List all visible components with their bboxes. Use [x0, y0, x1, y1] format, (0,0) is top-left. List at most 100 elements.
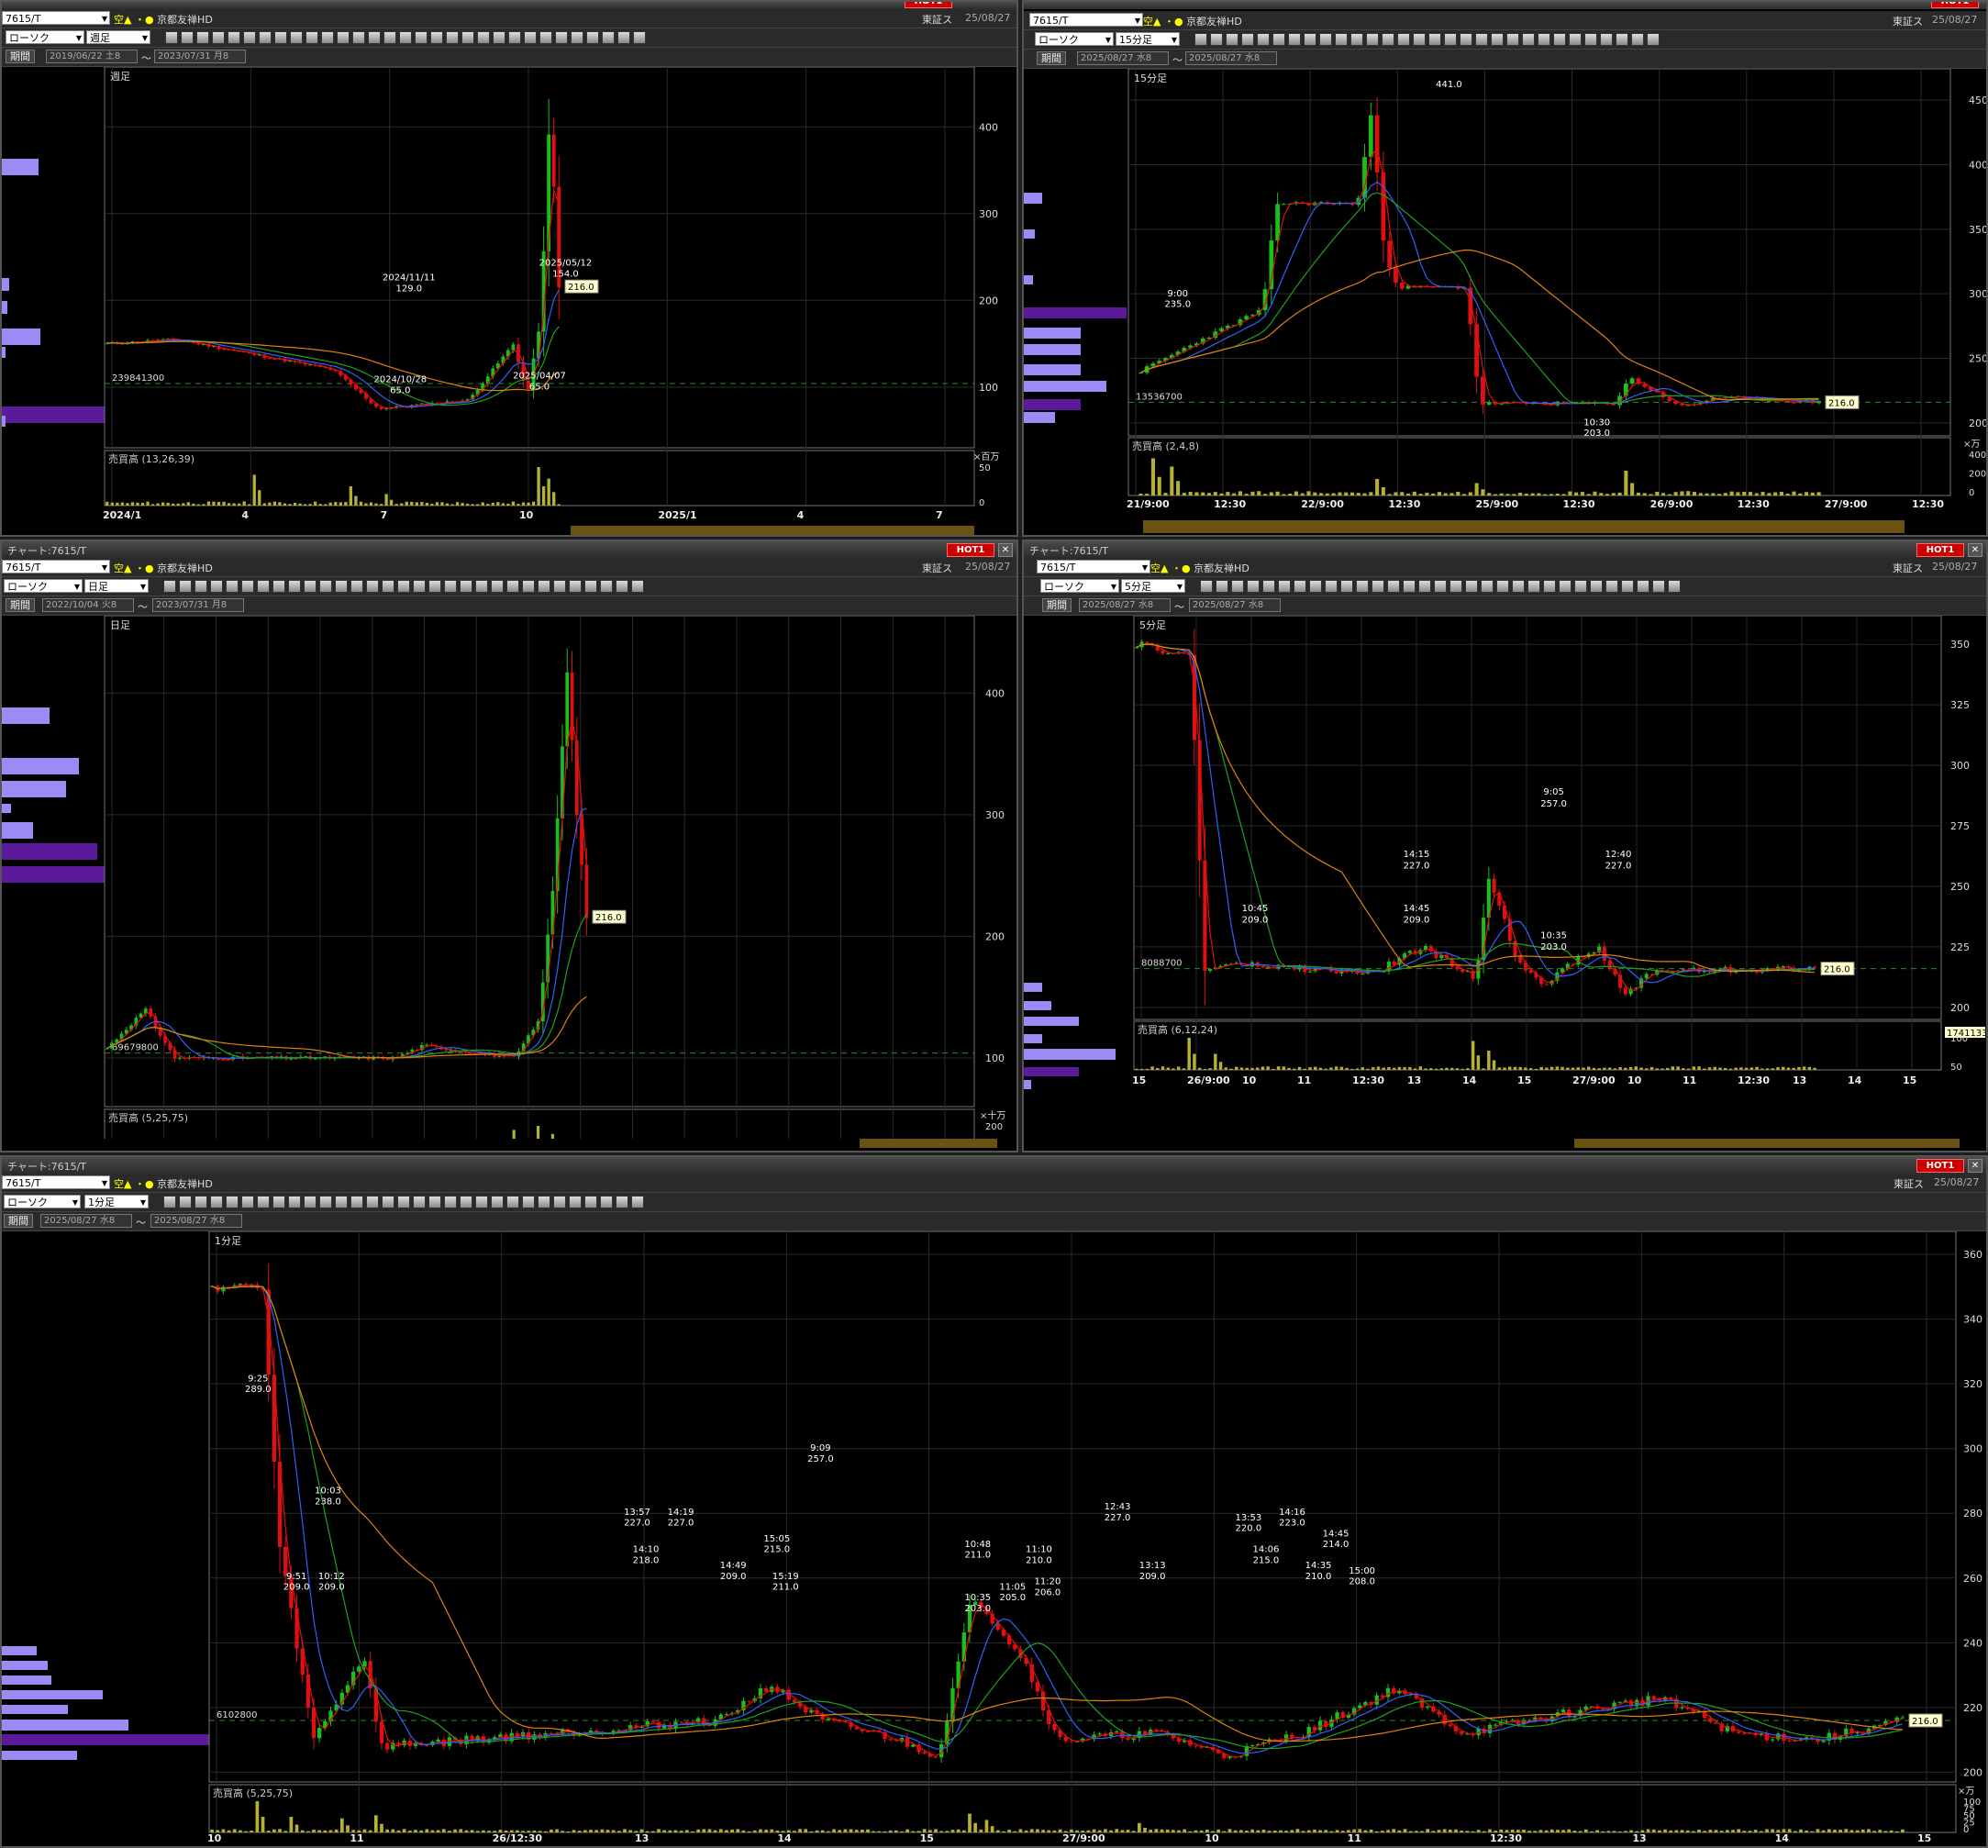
volume-bar	[1645, 1068, 1649, 1070]
profile-bar	[1024, 1017, 1079, 1026]
interval-select[interactable]: 15分足 ▼	[1116, 32, 1180, 46]
to-date[interactable]: 2025/08/27 水8	[1185, 51, 1277, 65]
volume-bar	[1047, 1830, 1051, 1832]
candle-body	[177, 1057, 182, 1059]
from-date[interactable]: 2025/08/27 水8	[1079, 598, 1171, 612]
volume-bar	[140, 502, 145, 506]
volume-bar	[968, 1813, 972, 1832]
volume-bar	[1429, 1068, 1433, 1070]
volume-bar	[1726, 1830, 1729, 1832]
y-tick-label: 300	[979, 208, 998, 220]
close-icon[interactable]: ✕	[1968, 1159, 1982, 1173]
volume-bar	[415, 502, 418, 506]
to-date[interactable]: 2023/07/31 月8	[152, 598, 244, 612]
window-titlebar[interactable]: チャート:7615/T HOT1 ✕	[2, 1157, 1986, 1174]
volume-bar	[391, 1829, 395, 1832]
ticker-select[interactable]: 7615/T ▼	[1037, 560, 1150, 573]
ticker-select[interactable]: 7615/T ▼	[1029, 13, 1143, 27]
moving-average-line	[106, 807, 587, 1059]
period-button[interactable]: 期間	[1037, 51, 1066, 65]
period-button[interactable]: 期間	[1042, 598, 1072, 612]
chart-type-select[interactable]: ローソク ▼	[1035, 32, 1114, 46]
window-titlebar[interactable]: HOT1	[1024, 2, 1986, 9]
volume-label: 売買高 (13,26,39)	[108, 452, 194, 465]
hot-badge[interactable]: HOT1	[947, 543, 994, 557]
15min-chart[interactable]: 450 400 350 300 250 200 21/9:00 12:30 22/9:00 12:…	[1024, 69, 1986, 526]
ticker-select[interactable]: 7615/T ▼	[2, 1175, 110, 1189]
from-date[interactable]: 2022/10/04 火8	[42, 598, 134, 612]
volume-bar	[611, 1830, 616, 1832]
to-date[interactable]: 2023/07/31 月8	[154, 50, 246, 63]
volume-bar	[1471, 1831, 1475, 1832]
volume-bar	[843, 1829, 848, 1832]
window-titlebar[interactable]: チャート:7615/T HOT1 ✕	[1024, 541, 1986, 558]
to-date[interactable]: 2025/08/27 水8	[1189, 598, 1281, 612]
to-date[interactable]: 2025/08/27 水8	[150, 1214, 242, 1228]
volume-bar	[547, 478, 550, 506]
volume-bar	[106, 501, 109, 506]
volume-bar	[232, 1829, 237, 1832]
ticker-select[interactable]: 7615/T ▼	[2, 560, 110, 573]
from-date[interactable]: 2025/08/27 水8	[40, 1214, 132, 1228]
candle-body	[747, 1700, 751, 1702]
interval-select[interactable]: 日足 ▼	[84, 579, 149, 593]
scrollbar[interactable]	[1574, 1139, 1960, 1148]
volume-bar	[927, 1830, 932, 1832]
toolbar-icons[interactable]	[163, 1196, 644, 1208]
5min-chart[interactable]: 350 325 300 275 250 225 200 15 26/9:00 10 11 12:30 1…	[1024, 616, 1986, 1139]
volume-bar	[1229, 1068, 1233, 1070]
interval-select[interactable]: 1分足 ▼	[84, 1195, 149, 1208]
toolbar-icons[interactable]	[163, 580, 644, 593]
daily-chart[interactable]: 4003002001002025/5/11219266/2916237/1714…	[2, 616, 1016, 1139]
close-icon[interactable]: ✕	[998, 543, 1013, 557]
volume-bar	[1235, 1066, 1238, 1070]
hot-badge[interactable]: HOT1	[1916, 1159, 1964, 1173]
chart-window-1min: チャート:7615/T HOT1 ✕ 7615/T ▼ 空▲ ・● 京都友禅HD …	[0, 1155, 1988, 1848]
volume-bar	[481, 502, 484, 506]
price-annotation: 10:35	[964, 1593, 991, 1603]
from-date[interactable]: 2019/06/22 土8	[46, 50, 138, 63]
hot-badge[interactable]: HOT1	[1931, 2, 1979, 8]
volume-bar	[668, 1830, 672, 1832]
volume-bar	[990, 1826, 994, 1832]
1min-chart[interactable]: 360 340 320 300 280 260 240 220 200 10 11 26/12:30 1…	[2, 1231, 1986, 1846]
volume-bar	[1331, 493, 1336, 495]
volume-bar	[470, 1830, 474, 1832]
toolbar-icons[interactable]	[165, 31, 646, 44]
hot-badge[interactable]: HOT1	[1916, 543, 1964, 557]
chart-type-select[interactable]: ローソク ▼	[4, 1195, 81, 1208]
candle-body	[272, 1375, 277, 1463]
volume-bar	[1522, 1830, 1526, 1832]
period-button[interactable]: 期間	[6, 598, 35, 612]
chart-window-daily: チャート:7615/T HOT1 ✕ 7615/T ▼ 空▲ ・● 京都友禅HD …	[0, 540, 1018, 1152]
volume-bar	[221, 1829, 226, 1832]
chart-type-select[interactable]: ローソク ▼	[1040, 579, 1119, 593]
candle-body	[1492, 878, 1496, 893]
toolbar-icons[interactable]	[1194, 33, 1660, 46]
volume-bar	[1844, 1829, 1849, 1832]
period-button[interactable]: 期間	[4, 1214, 33, 1228]
scrollbar[interactable]	[1143, 520, 1905, 533]
profile-bar	[1024, 381, 1106, 392]
volume-bar	[459, 1829, 463, 1832]
from-date[interactable]: 2025/08/27 水8	[1077, 51, 1169, 65]
period-bar: 期間 2025/08/27 水8 ～ 2025/08/27 水8	[1024, 50, 1986, 69]
toolbar-icons[interactable]	[1200, 580, 1681, 593]
close-icon[interactable]: ✕	[1968, 543, 1982, 557]
x-tick-label: 13	[1632, 1832, 1646, 1844]
weekly-chart[interactable]: 400 300 200 100 2024/1 4 7 10 2025/1 4 7 週足売買高 (13,…	[2, 67, 1016, 526]
volume-bar	[532, 1830, 537, 1832]
chart-type-select[interactable]: ローソク ▼	[6, 30, 84, 44]
profile-bar	[2, 301, 7, 314]
scrollbar[interactable]	[571, 526, 974, 535]
interval-select[interactable]: 週足 ▼	[86, 30, 150, 44]
volume-bar	[493, 1831, 497, 1832]
scrollbar[interactable]	[860, 1139, 997, 1148]
period-button[interactable]: 期間	[6, 50, 35, 63]
window-titlebar[interactable]: チャート:7615/T HOT1 ✕	[2, 541, 1016, 558]
ticker-select[interactable]: 7615/T ▼	[2, 11, 110, 25]
window-titlebar[interactable]: HOT1	[2, 2, 1016, 9]
chart-type-select[interactable]: ローソク ▼	[4, 579, 83, 593]
interval-select[interactable]: 5分足 ▼	[1121, 579, 1185, 593]
hot-badge[interactable]: HOT1	[905, 2, 952, 8]
